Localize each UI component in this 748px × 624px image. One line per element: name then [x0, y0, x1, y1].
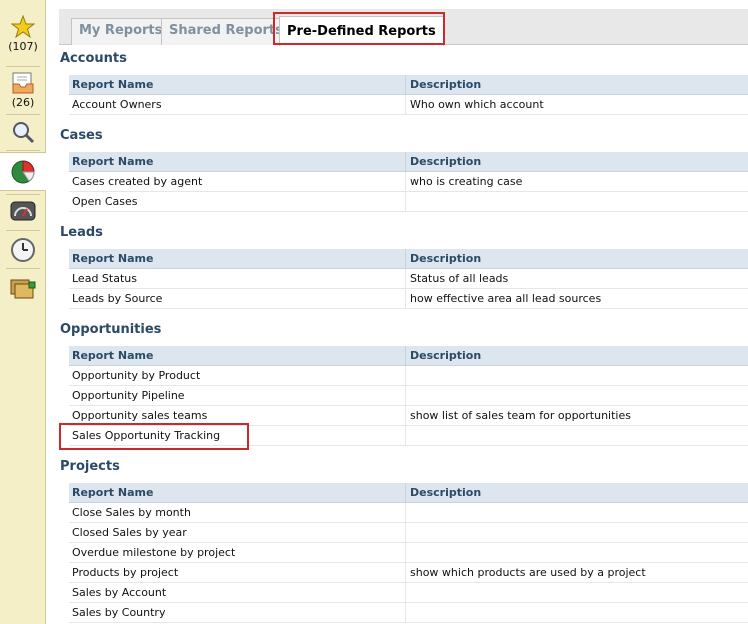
icon-sidebar: (107) (26)	[0, 0, 46, 624]
clock-icon	[11, 238, 35, 262]
report-name[interactable]: Opportunity by Product	[69, 366, 406, 386]
table-header: Report Name Description	[69, 249, 748, 269]
table-row[interactable]: Opportunity sales teams show list of sal…	[69, 406, 748, 426]
report-tabs: My Reports Shared Reports Pre-Defined Re…	[59, 9, 748, 46]
report-name[interactable]: Products by project	[69, 563, 406, 583]
pie-chart-icon	[11, 159, 35, 183]
report-name[interactable]: Opportunity sales teams	[69, 406, 406, 426]
inbox-item[interactable]: (26)	[0, 71, 46, 109]
report-description	[407, 426, 748, 446]
table-header: Report Name Description	[69, 483, 748, 503]
table-row[interactable]: Opportunity Pipeline	[69, 386, 748, 406]
column-header-description: Description	[410, 486, 482, 499]
activities-item[interactable]	[0, 237, 46, 263]
table-row[interactable]: Close Sales by month	[69, 503, 748, 523]
report-name[interactable]: Sales Opportunity Tracking	[69, 426, 406, 446]
section-title-leads: Leads	[60, 225, 103, 240]
table-row[interactable]: Opportunity by Product	[69, 366, 748, 386]
section-title-cases: Cases	[60, 128, 103, 143]
column-header-description: Description	[410, 252, 482, 265]
report-description: show list of sales team for opportunitie…	[410, 409, 631, 422]
table-row[interactable]: Sales by Country	[69, 603, 748, 623]
search-item[interactable]	[0, 120, 46, 144]
favorites-count: (107)	[8, 40, 38, 53]
table-header: Report Name Description	[69, 346, 748, 366]
report-name[interactable]: Overdue milestone by project	[69, 543, 406, 563]
column-header-description: Description	[410, 78, 482, 91]
report-description	[407, 192, 748, 212]
report-description	[407, 583, 748, 603]
table-row[interactable]: Sales by Account	[69, 583, 748, 603]
section-title-opportunities: Opportunities	[60, 322, 162, 337]
report-name[interactable]: Cases created by agent	[69, 172, 406, 192]
magnifier-icon	[13, 122, 35, 144]
table-row[interactable]: Lead Status Status of all leads	[69, 269, 748, 289]
report-name[interactable]: Close Sales by month	[69, 503, 406, 523]
report-description: show which products are used by a projec…	[410, 566, 646, 579]
tab-my-reports[interactable]: My Reports	[71, 18, 171, 45]
report-name[interactable]: Closed Sales by year	[69, 523, 406, 543]
column-header-name: Report Name	[69, 346, 406, 366]
section-title-projects: Projects	[60, 459, 120, 474]
tab-pre-defined-reports[interactable]: Pre-Defined Reports	[279, 16, 444, 46]
table-row[interactable]: Leads by Source how effective area all l…	[69, 289, 748, 309]
report-description	[407, 386, 748, 406]
table-opportunities: Report Name Description Opportunity by P…	[69, 346, 748, 446]
report-name[interactable]: Lead Status	[69, 269, 406, 289]
table-header: Report Name Description	[69, 75, 748, 95]
table-row[interactable]: Products by project show which products …	[69, 563, 748, 583]
column-header-name: Report Name	[69, 249, 406, 269]
report-description	[407, 366, 748, 386]
column-header-name: Report Name	[69, 483, 406, 503]
table-row[interactable]: Closed Sales by year	[69, 523, 748, 543]
dashboard-item[interactable]	[0, 199, 46, 223]
stacked-papers-icon	[10, 279, 36, 299]
report-name[interactable]: Sales by Country	[69, 603, 406, 623]
table-row[interactable]: Open Cases	[69, 192, 748, 212]
table-leads: Report Name Description Lead Status Stat…	[69, 249, 748, 309]
report-description	[407, 543, 748, 563]
report-name[interactable]: Opportunity Pipeline	[69, 386, 406, 406]
report-name[interactable]: Open Cases	[69, 192, 406, 212]
report-description	[407, 503, 748, 523]
inbox-count: (26)	[11, 96, 35, 109]
report-description: who is creating case	[410, 175, 523, 188]
table-projects: Report Name Description Close Sales by m…	[69, 483, 748, 623]
report-description: Who own which account	[410, 98, 544, 111]
reports-main: My Reports Shared Reports Pre-Defined Re…	[47, 0, 748, 624]
report-name[interactable]: Sales by Account	[69, 583, 406, 603]
table-row[interactable]: Sales Opportunity Tracking	[69, 426, 748, 446]
table-accounts: Report Name Description Account Owners W…	[69, 75, 748, 115]
report-description: Status of all leads	[410, 272, 509, 285]
column-header-name: Report Name	[69, 152, 406, 172]
reports-item[interactable]	[0, 152, 46, 191]
report-name[interactable]: Leads by Source	[69, 289, 406, 309]
tab-shared-reports[interactable]: Shared Reports	[161, 18, 291, 45]
table-cases: Report Name Description Cases created by…	[69, 152, 748, 212]
report-description	[407, 523, 748, 543]
table-row[interactable]: Cases created by agent who is creating c…	[69, 172, 748, 192]
table-row[interactable]: Overdue milestone by project	[69, 543, 748, 563]
column-header-description: Description	[410, 155, 482, 168]
table-header: Report Name Description	[69, 152, 748, 172]
favorites-item[interactable]: (107)	[0, 15, 46, 53]
star-icon	[11, 15, 35, 39]
report-description	[407, 603, 748, 623]
report-name[interactable]: Account Owners	[69, 95, 406, 115]
column-header-name: Report Name	[69, 75, 406, 95]
section-title-accounts: Accounts	[60, 51, 127, 66]
column-header-description: Description	[410, 349, 482, 362]
table-row[interactable]: Account Owners Who own which account	[69, 95, 748, 115]
report-description: how effective area all lead sources	[410, 292, 602, 305]
dashboard-gauge-icon	[10, 201, 36, 221]
inbox-icon	[12, 72, 34, 94]
documents-item[interactable]	[0, 276, 46, 302]
